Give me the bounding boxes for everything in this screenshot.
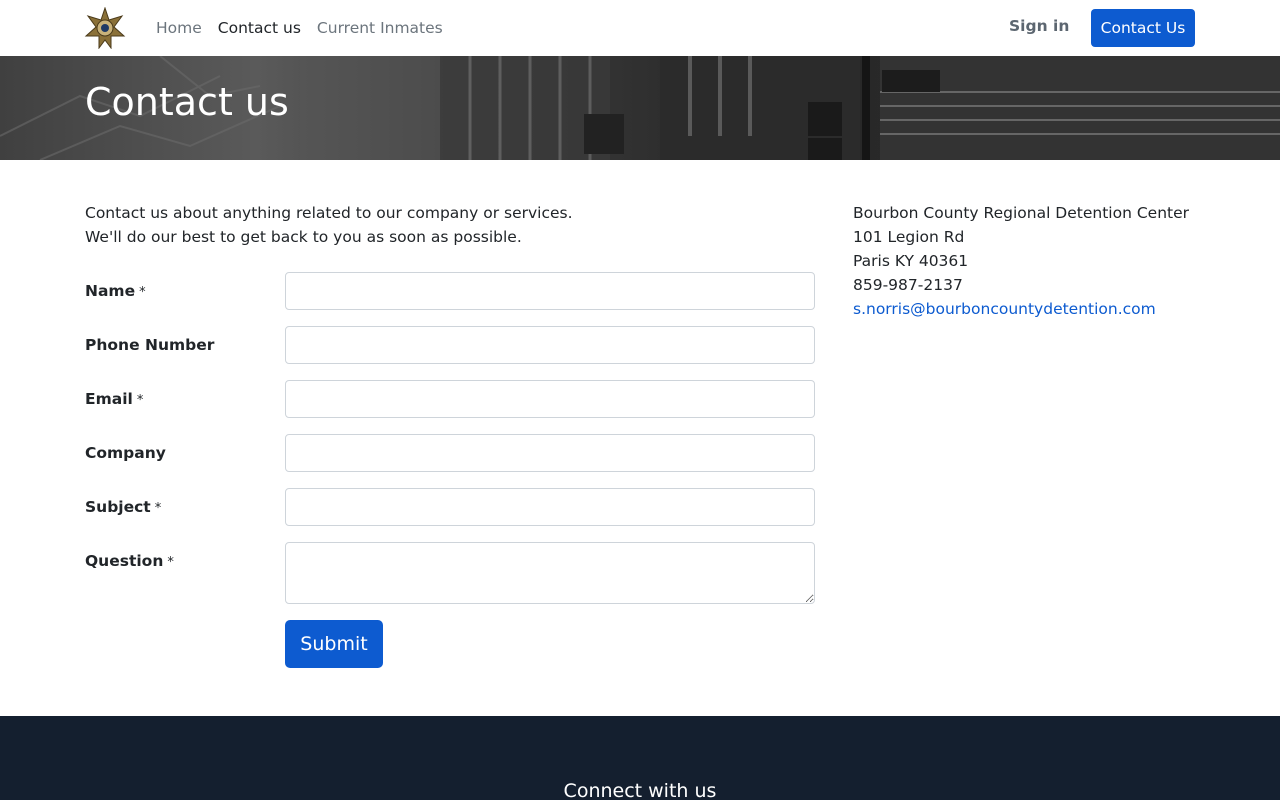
intro-line-2: We'll do our best to get back to you as … (85, 228, 522, 246)
subject-input[interactable] (285, 488, 815, 526)
organization-name: Bourbon County Regional Detention Center (853, 204, 1190, 222)
phone-number-input[interactable] (285, 326, 815, 364)
email-label: Email * (85, 390, 144, 408)
required-marker: * (167, 555, 174, 570)
name-input[interactable] (285, 272, 815, 310)
nav-link-home[interactable]: Home (156, 19, 202, 37)
nav-links: Home Contact us Current Inmates (156, 0, 459, 56)
email-input[interactable] (285, 380, 815, 418)
nav-link-current-inmates[interactable]: Current Inmates (317, 19, 443, 37)
required-marker: * (139, 285, 146, 300)
company-input[interactable] (285, 434, 815, 472)
contact-us-button[interactable]: Contact Us (1091, 9, 1195, 47)
nav-link-contact-us[interactable]: Contact us (218, 19, 301, 37)
page-title: Contact us (85, 80, 289, 124)
required-marker: * (136, 393, 144, 408)
sign-in-link[interactable]: Sign in (1009, 17, 1069, 35)
city-state-zip: Paris KY 40361 (853, 252, 969, 270)
subject-label: Subject * (85, 498, 162, 516)
hero-banner: Contact us (0, 56, 1280, 160)
top-navbar: Home Contact us Current Inmates Sign in … (0, 0, 1280, 56)
street-address: 101 Legion Rd (853, 228, 965, 246)
question-label: Question * (85, 552, 174, 570)
phone-number-label: Phone Number (85, 336, 215, 354)
intro-line-1: Contact us about anything related to our… (85, 204, 573, 222)
name-label: Name * (85, 282, 146, 300)
question-textarea[interactable] (285, 542, 815, 604)
phone-number: 859-987-2137 (853, 276, 963, 294)
intro-text: Contact us about anything related to our… (85, 201, 573, 249)
footer: Connect with us (0, 716, 1280, 800)
contact-address: Bourbon County Regional Detention Center… (853, 201, 1189, 321)
company-label: Company (85, 444, 166, 462)
footer-title: Connect with us (563, 780, 717, 800)
sheriff-badge-logo-icon[interactable] (84, 6, 126, 50)
email-link[interactable]: s.norris@bourboncountydetention.com (853, 300, 1156, 318)
required-marker: * (154, 501, 162, 516)
submit-button[interactable]: Submit (285, 620, 383, 668)
